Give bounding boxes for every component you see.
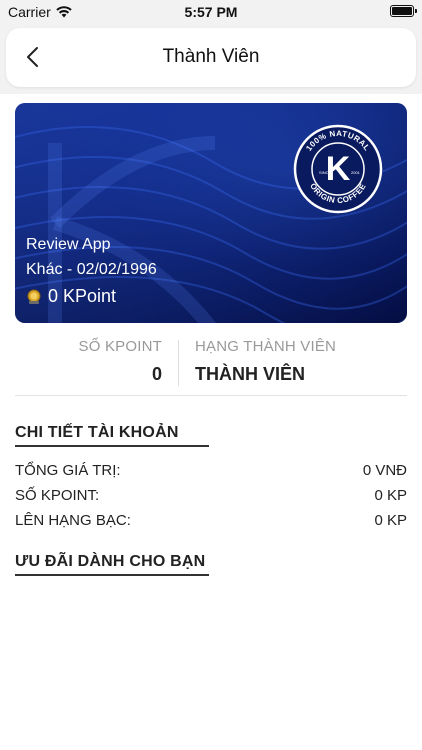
status-bar: Carrier 5:57 PM <box>0 0 422 24</box>
detail-label: TỔNG GIÁ TRỊ: <box>15 462 121 479</box>
offers-title: ƯU ĐÃI DÀNH CHO BẠN <box>15 553 206 570</box>
svg-text:K: K <box>326 150 351 188</box>
detail-row-next-rank: LÊN HẠNG BẠC: 0 KP <box>15 512 407 534</box>
kpoint-value: 0 <box>151 364 162 384</box>
battery-icon <box>390 5 417 17</box>
detail-row-kpoint: SỐ KPOINT: 0 KP <box>15 487 407 509</box>
detail-row-total-value: TỔNG GIÁ TRỊ: 0 VNĐ <box>15 462 407 484</box>
kpoint-stat: SỐ KPOINT 0 <box>0 338 162 385</box>
member-card: K 100% NATURAL ORIGIN COFFEE SINCE 2001 … <box>15 103 407 323</box>
member-gender-dob: Khác - 02/02/1996 <box>26 261 157 278</box>
account-details-underline <box>15 445 209 447</box>
detail-label: LÊN HẠNG BẠC: <box>15 512 131 529</box>
detail-value: 0 KP <box>374 512 407 529</box>
member-stats: SỐ KPOINT 0 HẠNG THÀNH VIÊN THÀNH VIÊN <box>0 338 422 390</box>
detail-value: 0 KP <box>374 487 407 504</box>
rank-value: THÀNH VIÊN <box>195 364 306 384</box>
brand-logo: K 100% NATURAL ORIGIN COFFEE SINCE 2001 <box>293 124 383 214</box>
svg-text:SINCE: SINCE <box>319 170 332 175</box>
detail-label: SỐ KPOINT: <box>15 487 100 504</box>
kpoint-label: SỐ KPOINT <box>78 338 162 355</box>
member-points: 0 KPoint <box>26 286 116 307</box>
points-text: 0 KPoint <box>48 286 117 306</box>
rank-label: HẠNG THÀNH VIÊN <box>195 338 337 355</box>
detail-value: 0 VNĐ <box>362 462 407 479</box>
status-time: 5:57 PM <box>184 4 238 20</box>
member-name: Review App <box>26 236 111 253</box>
rank-stat: HẠNG THÀNH VIÊN THÀNH VIÊN <box>195 338 336 385</box>
page-title: Thành Viên <box>162 46 260 67</box>
svg-text:2001: 2001 <box>351 170 361 175</box>
stats-divider <box>178 340 179 386</box>
account-details-title: CHI TIẾT TÀI KHOẢN <box>15 424 179 441</box>
offers-underline <box>15 574 209 576</box>
medal-icon <box>27 289 41 304</box>
divider <box>15 395 407 396</box>
nav-bar: Thành Viên <box>6 28 416 87</box>
